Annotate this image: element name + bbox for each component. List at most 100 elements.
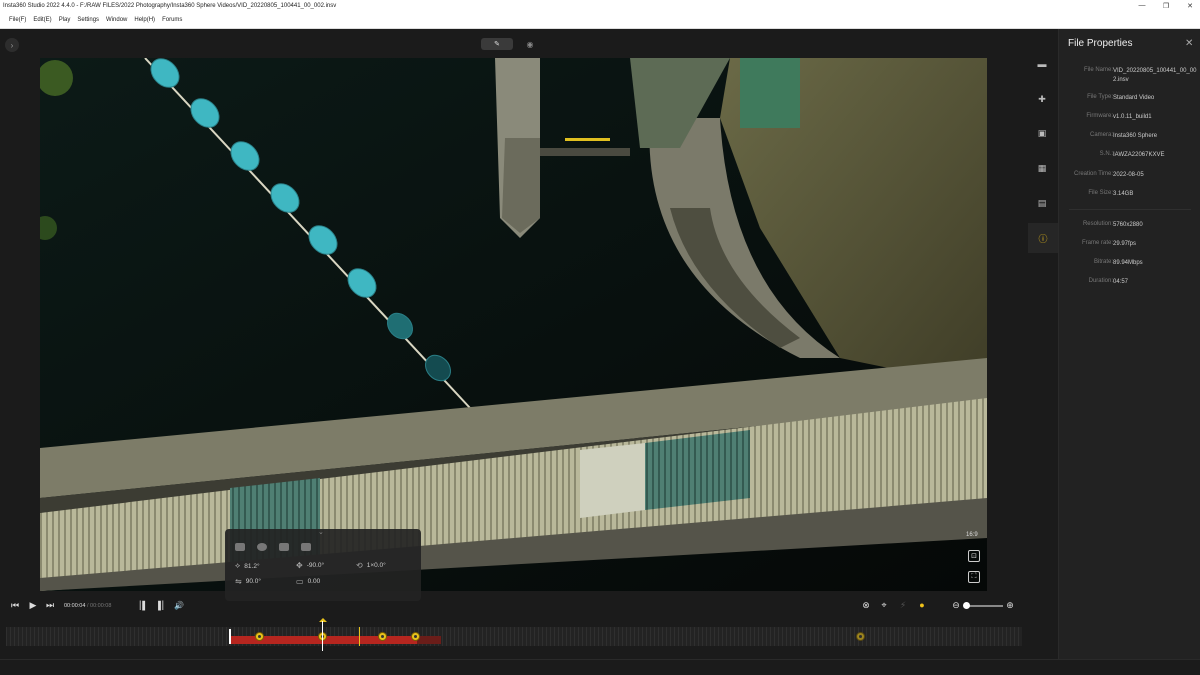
clip-start-handle[interactable] bbox=[229, 629, 231, 644]
menu-settings[interactable]: Settings bbox=[77, 17, 99, 23]
filter-icon[interactable]: ▣ bbox=[1034, 125, 1050, 141]
pitch-icon: ✥ bbox=[296, 561, 303, 570]
timeline-track[interactable] bbox=[6, 618, 1022, 651]
tiny-planet-icon[interactable] bbox=[257, 543, 267, 551]
next-frame-button[interactable]: ⏭ bbox=[44, 598, 56, 612]
status-strip bbox=[0, 659, 1200, 675]
current-time: 00:00:04 bbox=[64, 603, 86, 609]
menu-play[interactable]: Play bbox=[59, 17, 71, 23]
menu-edit[interactable]: Edit(E) bbox=[33, 17, 51, 23]
fullscreen-icon[interactable]: ⛶ bbox=[968, 571, 980, 583]
zoom-out-icon: ⊖ bbox=[952, 599, 960, 610]
total-time: / 00:00:08 bbox=[86, 603, 112, 609]
playhead-handle[interactable] bbox=[319, 618, 327, 622]
yaw-param[interactable]: ⇋ 90.0° bbox=[235, 577, 261, 586]
crystal-ball-icon[interactable] bbox=[279, 543, 289, 551]
edit-mode-button[interactable]: ✎ bbox=[481, 38, 513, 50]
keyframe-marker[interactable] bbox=[856, 632, 865, 641]
eye-icon: ◉ bbox=[526, 39, 534, 49]
view-parameters-panel: ⌄ ⟡ 81.2° ✥ -90.0° ⟲ 1×0.0° ⇋ 90.0° ▭ 0.… bbox=[225, 529, 421, 601]
trim-start-button[interactable]: ⎮▌ bbox=[137, 598, 149, 612]
preview-mode-button[interactable]: ◉ bbox=[524, 38, 536, 50]
timecode: 00:00:04 / 00:00:08 bbox=[64, 603, 111, 609]
window-title: Insta360 Studio 2022 4.4.0 - F:/RAW FILE… bbox=[3, 2, 337, 9]
edit-icon: ✎ bbox=[494, 41, 500, 48]
close-window-button[interactable]: ✕ bbox=[1182, 0, 1198, 11]
keyframe-marker[interactable] bbox=[378, 632, 387, 641]
previous-frame-button[interactable]: ⏮ bbox=[9, 598, 21, 612]
play-icon: ▶ bbox=[29, 599, 37, 610]
distortion-value: 0.00 bbox=[307, 578, 321, 585]
distortion-icon: ▭ bbox=[296, 577, 304, 586]
roll-value: 1×0.0° bbox=[366, 562, 386, 569]
tool-rail: ▬ ✚ ▣ ▦ ▤ bbox=[1026, 29, 1058, 675]
plugin-icon[interactable]: ✚ bbox=[1034, 91, 1050, 107]
info-icon[interactable]: ⓘ bbox=[1035, 230, 1051, 246]
zoom-in-icon: ⊕ bbox=[1006, 599, 1014, 610]
deep-track-button[interactable]: ⌖ bbox=[878, 598, 890, 612]
pitch-value: -90.0° bbox=[306, 562, 325, 569]
file-properties-panel: File Properties ✕ File Name: VID_2022080… bbox=[1058, 29, 1200, 675]
close-icon[interactable]: ✕ bbox=[1185, 38, 1193, 49]
fov-value: 81.2° bbox=[244, 562, 260, 570]
keyframe-marker[interactable] bbox=[411, 632, 420, 641]
skip-forward-icon: ⏭ bbox=[45, 599, 55, 610]
natural-view-icon[interactable] bbox=[235, 543, 245, 551]
zoom-out-button[interactable]: ⊖ bbox=[950, 598, 962, 612]
keyframe-add-button[interactable]: ● bbox=[916, 598, 928, 612]
menu-help[interactable]: Help(H) bbox=[134, 17, 155, 23]
clear-keyframes-button[interactable]: ⊗ bbox=[860, 598, 872, 612]
clip-tail[interactable] bbox=[417, 636, 441, 644]
playhead[interactable] bbox=[322, 621, 323, 651]
keyframe-marker[interactable] bbox=[255, 632, 264, 641]
trim-end-button[interactable]: ▐⎮ bbox=[154, 598, 166, 612]
zoom-slider-handle[interactable] bbox=[963, 602, 970, 609]
roll-param[interactable]: ⟲ 1×0.0° bbox=[356, 561, 386, 570]
play-button[interactable]: ▶ bbox=[27, 598, 39, 612]
speed-button[interactable]: ⚡ bbox=[897, 598, 909, 612]
chevron-down-icon[interactable]: ⌄ bbox=[318, 528, 324, 536]
volume-icon: 🔊 bbox=[174, 600, 184, 610]
roll-icon: ⟲ bbox=[356, 561, 363, 570]
lightning-icon: ⚡ bbox=[899, 599, 907, 610]
title-bar: Insta360 Studio 2022 4.4.0 - F:/RAW FILE… bbox=[0, 0, 1200, 11]
video-preview[interactable]: 16:9 ⊡ ⛶ bbox=[40, 58, 987, 591]
panel-title: File Properties bbox=[1068, 38, 1133, 49]
trim-start-icon: ⎮▌ bbox=[138, 600, 148, 610]
minimize-button[interactable]: — bbox=[1134, 0, 1150, 11]
fov-param[interactable]: ⟡ 81.2° bbox=[235, 561, 260, 571]
maximize-button[interactable]: ❐ bbox=[1158, 0, 1174, 11]
app-body: › ✎ ◉ 16:9 ⊡ ⛶ ⌄ ⟡ 81.2° ✥ -90.0° ⟲ 1×0.… bbox=[0, 29, 1200, 675]
divider bbox=[1069, 209, 1191, 210]
preview-area: › ✎ ◉ 16:9 ⊡ ⛶ ⌄ ⟡ 81.2° ✥ -90.0° ⟲ 1×0.… bbox=[0, 29, 1000, 601]
view-mode-tabs bbox=[235, 543, 311, 551]
zoom-in-button[interactable]: ⊕ bbox=[1004, 598, 1016, 612]
menu-window[interactable]: Window bbox=[106, 17, 127, 23]
trim-end-icon: ▐⎮ bbox=[155, 600, 165, 610]
camera-icon[interactable]: ▬ bbox=[1034, 56, 1050, 72]
fov-icon: ⟡ bbox=[235, 561, 241, 570]
target-icon: ⌖ bbox=[881, 599, 887, 610]
menu-forums[interactable]: Forums bbox=[162, 17, 182, 23]
menu-bar: File(F) Edit(E) Play Settings Window Hel… bbox=[0, 11, 1200, 29]
video-frame-image bbox=[40, 58, 987, 591]
skip-back-icon: ⏮ bbox=[10, 599, 20, 610]
close-circle-icon: ⊗ bbox=[862, 599, 870, 610]
volume-button[interactable]: 🔊 bbox=[173, 598, 185, 612]
image-adjust-icon[interactable]: ▦ bbox=[1034, 160, 1050, 176]
playback-controls: ⏮ ▶ ⏭ 00:00:04 / 00:00:08 ⎮▌ ▐⎮ 🔊 ⊗ ⌖ ⚡ … bbox=[0, 594, 1056, 616]
yaw-icon: ⇋ bbox=[235, 577, 242, 586]
expand-sidebar-button[interactable]: › bbox=[5, 38, 19, 52]
keyframe-icon: ● bbox=[919, 600, 925, 610]
flat-view-icon[interactable] bbox=[301, 543, 311, 551]
layers-icon[interactable]: ▤ bbox=[1034, 195, 1050, 211]
selection-marker bbox=[359, 627, 360, 646]
timeline-zoom-slider[interactable] bbox=[965, 605, 1003, 607]
menu-file[interactable]: File(F) bbox=[9, 17, 26, 23]
aspect-ratio-label[interactable]: 16:9 bbox=[966, 532, 978, 538]
screenshot-icon[interactable]: ⊡ bbox=[968, 550, 980, 562]
yaw-value: 90.0° bbox=[245, 578, 261, 585]
chevron-right-icon: › bbox=[10, 40, 14, 50]
distortion-param[interactable]: ▭ 0.00 bbox=[296, 577, 320, 586]
pitch-param[interactable]: ✥ -90.0° bbox=[296, 561, 324, 570]
